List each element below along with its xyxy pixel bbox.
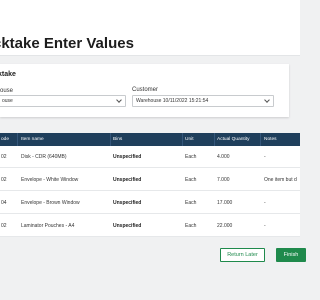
row-code: 04 xyxy=(1,200,7,206)
finish-button[interactable]: Finish xyxy=(276,248,306,262)
row-notes[interactable]: - xyxy=(264,154,266,160)
row-item-name: Envelope - Brown Window xyxy=(21,200,80,206)
table-row[interactable]: 04 Envelope - Brown Window Unspecified E… xyxy=(0,192,300,214)
header-unit: Unit xyxy=(185,137,194,142)
row-notes[interactable]: One item but d xyxy=(264,177,297,183)
header-bins: Bins xyxy=(113,137,123,142)
header-notes: Notes xyxy=(264,137,277,142)
row-bins[interactable]: Unspecified xyxy=(113,177,141,183)
table-row[interactable]: 02 Envelope - White Window Unspecified E… xyxy=(0,169,300,191)
header-actual-quantity: Actual Quantity xyxy=(217,137,250,142)
row-bins[interactable]: Unspecified xyxy=(113,223,141,229)
row-item-name: Envelope - White Window xyxy=(21,177,79,183)
row-unit: Each xyxy=(185,223,197,229)
row-notes[interactable]: - xyxy=(264,223,266,229)
customer-select[interactable]: Warehouse 10/11/2022 15:21:54 xyxy=(132,95,274,107)
table-header: ode Item name Bins Unit Actual Quantity … xyxy=(0,133,300,146)
row-bins[interactable]: Unspecified xyxy=(113,154,141,160)
row-unit: Each xyxy=(185,154,197,160)
row-actual-quantity[interactable]: 4.000 xyxy=(217,154,230,160)
row-actual-quantity[interactable]: 22.000 xyxy=(217,223,232,229)
row-item-name: Disk - CDR (640MB) xyxy=(21,154,67,160)
stock-table: ode Item name Bins Unit Actual Quantity … xyxy=(0,133,300,237)
header-item-name: Item name xyxy=(21,137,44,142)
chevron-down-icon xyxy=(264,97,270,103)
table-row[interactable]: 02 Disk - CDR (640MB) Unspecified Each 4… xyxy=(0,146,300,168)
warehouse-select[interactable]: ouse xyxy=(0,95,126,107)
row-code: 02 xyxy=(1,223,7,229)
table-row[interactable]: 02 Laminator Pouches - A4 Unspecified Ea… xyxy=(0,215,300,237)
row-actual-quantity[interactable]: 17.000 xyxy=(217,200,232,206)
warehouse-select-value: ouse xyxy=(2,98,13,104)
warehouse-label: ouse xyxy=(0,88,14,94)
row-actual-quantity[interactable]: 7.000 xyxy=(217,177,230,183)
customer-label: Customer xyxy=(132,87,159,93)
row-unit: Each xyxy=(185,200,197,206)
row-code: 02 xyxy=(1,177,7,183)
row-notes[interactable]: - xyxy=(264,200,266,206)
header-code: ode xyxy=(1,137,10,142)
row-item-name: Laminator Pouches - A4 xyxy=(21,223,75,229)
page-title: cktake Enter Values xyxy=(0,35,134,52)
row-bins[interactable]: Unspecified xyxy=(113,200,141,206)
card-title: ktake xyxy=(0,71,16,78)
row-code: 02 xyxy=(1,154,7,160)
customer-select-value: Warehouse 10/11/2022 15:21:54 xyxy=(136,98,209,104)
return-later-button[interactable]: Return Later xyxy=(220,248,265,262)
row-unit: Each xyxy=(185,177,197,183)
chevron-down-icon xyxy=(116,97,122,103)
